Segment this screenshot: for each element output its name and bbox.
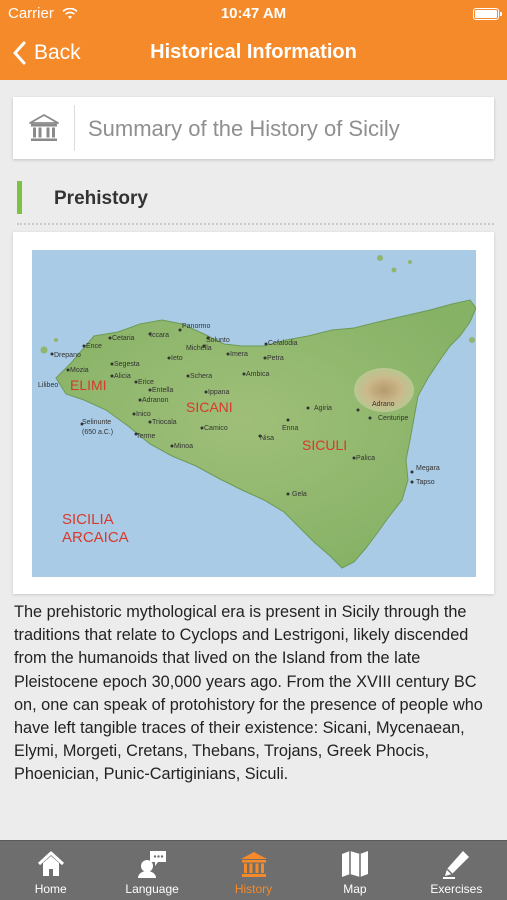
svg-text:Segesta: Segesta <box>114 361 140 368</box>
svg-text:Cefalodia: Cefalodia <box>268 340 298 347</box>
tab-language[interactable]: Language <box>101 841 202 900</box>
svg-text:Nisa: Nisa <box>260 435 274 442</box>
tab-map[interactable]: Map <box>304 841 405 900</box>
svg-text:Petra: Petra <box>267 355 284 362</box>
map-image-card: ELIMI SICANI SICULI SICILIA ARCAICA Pano… <box>13 232 494 594</box>
tab-label: Language <box>125 882 179 896</box>
svg-text:Entella: Entella <box>152 387 174 394</box>
tab-history[interactable]: History <box>203 841 304 900</box>
svg-text:ELIMI: ELIMI <box>70 377 107 393</box>
svg-text:Ieto: Ieto <box>171 355 183 362</box>
status-bar: Carrier 10:47 AM <box>0 0 507 28</box>
svg-text:ARCAICA: ARCAICA <box>62 529 129 546</box>
summary-title: Summary of the History of Sicily <box>88 116 400 141</box>
history-icon <box>240 852 267 877</box>
svg-text:(650 a.C.): (650 a.C.) <box>82 429 113 436</box>
navigation-bar: Back Historical Information <box>0 28 507 80</box>
svg-text:Triocala: Triocala <box>152 419 177 426</box>
svg-text:Adranon: Adranon <box>142 397 169 404</box>
svg-text:Iccara: Iccara <box>150 332 169 339</box>
svg-text:Gela: Gela <box>292 491 307 498</box>
svg-text:Solunto: Solunto <box>206 337 230 344</box>
summary-header-card: Summary of the History of Sicily <box>13 97 494 159</box>
svg-text:Minoa: Minoa <box>174 443 193 450</box>
section-accent-bar <box>17 181 22 214</box>
sicily-map-image: ELIMI SICANI SICULI SICILIA ARCAICA Pano… <box>32 250 476 577</box>
museum-icon <box>28 112 60 144</box>
svg-text:Lilibeo: Lilibeo <box>38 382 58 389</box>
svg-text:Inico: Inico <box>136 411 151 418</box>
svg-text:Erice: Erice <box>138 379 154 386</box>
svg-text:Ambica: Ambica <box>246 371 269 378</box>
page-title: Historical Information <box>150 41 357 63</box>
tab-label: History <box>234 882 273 896</box>
svg-text:Alicia: Alicia <box>114 373 131 380</box>
svg-text:Imera: Imera <box>230 351 248 358</box>
svg-text:Cetaria: Cetaria <box>112 335 135 342</box>
svg-text:Drepano: Drepano <box>54 352 81 359</box>
svg-text:Selinunte: Selinunte <box>82 419 111 426</box>
svg-text:Ippana: Ippana <box>208 389 230 396</box>
section-title: Prehistory <box>54 188 148 209</box>
divider <box>74 105 75 151</box>
svg-text:SICILIA: SICILIA <box>62 511 114 528</box>
svg-text:Michella: Michella <box>186 345 212 352</box>
battery-icon <box>473 8 502 20</box>
tab-label: Home <box>34 882 67 896</box>
svg-text:SICULI: SICULI <box>302 437 347 453</box>
clock: 10:47 AM <box>220 5 287 22</box>
svg-text:Ence: Ence <box>86 343 102 350</box>
language-icon <box>138 851 167 878</box>
svg-text:Terme: Terme <box>136 433 156 440</box>
tab-home[interactable]: Home <box>0 841 101 900</box>
svg-text:Megara: Megara <box>416 465 440 472</box>
tab-exercises[interactable]: Exercises <box>406 841 507 900</box>
dotted-divider <box>17 223 494 225</box>
svg-text:Enna: Enna <box>282 425 298 432</box>
svg-text:Panormo: Panormo <box>182 323 211 330</box>
content-scroll-area[interactable]: Summary of the History of Sicily Prehist… <box>0 80 507 840</box>
svg-text:Adrano: Adrano <box>372 401 395 408</box>
svg-text:Palica: Palica <box>356 455 375 462</box>
svg-text:SICANI: SICANI <box>186 399 233 415</box>
svg-text:Camico: Camico <box>204 425 228 432</box>
svg-text:Agiria: Agiria <box>314 405 332 412</box>
svg-text:Centuripe: Centuripe <box>378 415 408 422</box>
svg-text:Tapso: Tapso <box>416 479 435 486</box>
section-header: Prehistory <box>13 179 494 225</box>
tab-label: Exercises <box>430 882 483 896</box>
history-paragraph: The prehistoric mythological era is pres… <box>14 603 483 784</box>
home-icon <box>37 851 64 876</box>
svg-text:Schera: Schera <box>190 373 212 380</box>
tab-bar: Home Language History Map Exercises <box>0 840 507 900</box>
svg-text:Mozia: Mozia <box>70 367 89 374</box>
exercises-icon <box>443 851 470 879</box>
tab-label: Map <box>343 882 367 896</box>
map-icon <box>341 851 368 877</box>
